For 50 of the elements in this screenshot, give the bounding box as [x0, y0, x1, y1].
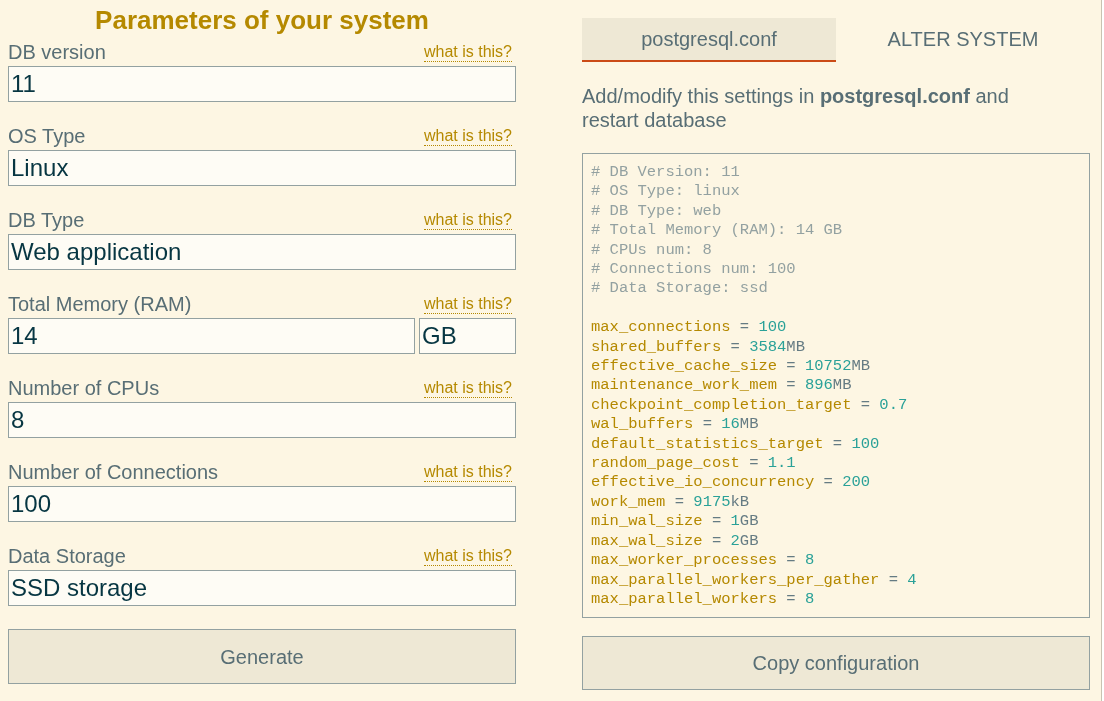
config-line: wal_buffers = 16MB	[591, 415, 759, 435]
form-title: Parameters of your system	[95, 4, 429, 37]
config-comment: # Total Memory (RAM): 14 GB	[591, 221, 843, 241]
config-line: checkpoint_completion_target = 0.7	[591, 395, 908, 416]
field-label: Data Storage	[8, 544, 126, 568]
config-comment: # Connections num: 100	[591, 260, 796, 280]
config-line: max_parallel_workers = 8	[591, 589, 815, 610]
config-comment: # OS Type: linux	[591, 182, 740, 202]
field-label: DB version	[8, 40, 106, 64]
config-line: effective_cache_size = 10752MB	[591, 357, 871, 377]
tab[interactable]: ALTER SYSTEM	[836, 18, 1090, 62]
field-label: Number of Connections	[8, 460, 219, 484]
config-line: shared_buffers = 3584MB	[591, 337, 805, 358]
config-line: min_wal_size = 1GB	[591, 512, 759, 532]
generate-button[interactable]: Generate	[8, 629, 516, 684]
instructions-text: Add/modify this settings in postgresql.conf and restart database	[582, 84, 1010, 132]
unit-field[interactable]: GB	[419, 318, 516, 354]
input-field[interactable]: SSD storage	[8, 570, 516, 606]
config-line: max_wal_size = 2GB	[591, 531, 759, 552]
input-field[interactable]: 11	[8, 66, 516, 102]
config-comment: # Data Storage: ssd	[591, 279, 768, 299]
field-label: Number of CPUs	[8, 376, 160, 400]
config-line: default_statistics_target = 100	[591, 434, 880, 455]
config-line: max_connections = 100	[591, 318, 787, 338]
config-comment: # CPUs num: 8	[591, 240, 712, 261]
config-line: random_page_cost = 1.1	[591, 454, 796, 474]
config-comment: # DB Version: 11	[591, 163, 740, 183]
field-label: DB Type	[8, 208, 85, 232]
tab[interactable]: postgresql.conf	[582, 18, 836, 62]
help-link[interactable]: what is this?	[423, 379, 512, 398]
input-field[interactable]: Linux	[8, 150, 516, 186]
help-link[interactable]: what is this?	[423, 211, 512, 230]
config-line: effective_io_concurrency = 200	[591, 473, 871, 493]
help-link[interactable]: what is this?	[423, 295, 512, 314]
copy-configuration-button[interactable]: Copy configuration	[582, 636, 1090, 690]
field-label: Total Memory (RAM)	[8, 292, 192, 316]
input-field[interactable]: 14	[8, 318, 415, 354]
config-line: max_parallel_workers_per_gather = 4	[591, 570, 917, 590]
input-field[interactable]: 100	[8, 486, 516, 522]
config-line: maintenance_work_mem = 896MB	[591, 376, 852, 396]
field-label: OS Type	[8, 124, 86, 148]
help-link[interactable]: what is this?	[423, 127, 512, 146]
config-line: work_mem = 9175kB	[591, 492, 750, 513]
config-comment: # DB Type: web	[591, 201, 722, 222]
config-line: max_worker_processes = 8	[591, 551, 815, 571]
help-link[interactable]: what is this?	[423, 43, 512, 62]
help-link[interactable]: what is this?	[423, 463, 512, 482]
help-link[interactable]: what is this?	[423, 547, 512, 566]
input-field[interactable]: 8	[8, 402, 516, 438]
input-field[interactable]: Web application	[8, 234, 516, 270]
